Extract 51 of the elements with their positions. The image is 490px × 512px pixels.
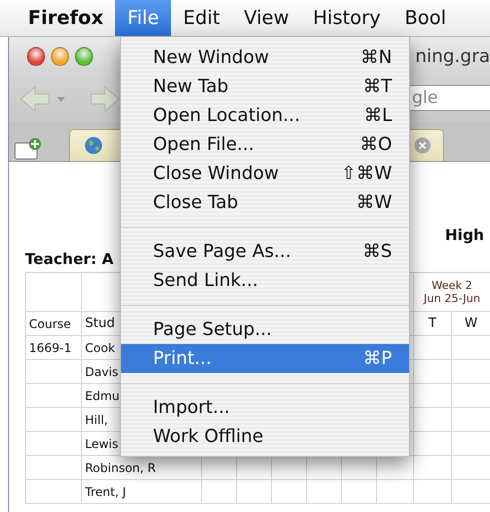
menu-bar-item[interactable]: View: [232, 0, 302, 36]
column-header: Course: [29, 316, 71, 330]
menu-item[interactable]: Print... ⌘P: [121, 344, 409, 373]
zoom-button[interactable]: [75, 46, 94, 66]
menu-item[interactable]: Save Page As... ⌘S: [121, 237, 409, 266]
table-cell: [307, 480, 342, 504]
teacher-label: Teacher: A: [25, 250, 114, 268]
report-heading: High: [445, 226, 484, 244]
table-cell: [377, 480, 414, 504]
table-cell: [414, 432, 452, 456]
menu-bar-item[interactable]: History: [301, 0, 393, 36]
course-number: 1669-1: [29, 340, 72, 354]
menu-bar-item[interactable]: Firefox: [16, 0, 116, 36]
week-dates: Jun 25-Jun: [424, 292, 480, 305]
menu-bar-item[interactable]: Edit: [171, 0, 232, 36]
close-tab-icon[interactable]: [414, 137, 431, 154]
student-name: Edmu: [85, 388, 120, 402]
student-name: Lewis: [85, 436, 118, 450]
table-cell: [414, 480, 452, 504]
column-header: W: [464, 316, 478, 331]
menu-item[interactable]: Page Setup...: [121, 315, 409, 344]
week-label: Week 2: [432, 279, 472, 292]
student-name: Davis: [85, 364, 118, 378]
table-cell: [237, 480, 272, 504]
table-cell: [414, 360, 452, 384]
table-cell: [414, 384, 452, 408]
new-tab-icon[interactable]: [13, 137, 43, 161]
student-name: Robinson, R: [85, 460, 156, 474]
minimize-button[interactable]: [51, 46, 70, 66]
menu-item[interactable]: Import...: [121, 393, 409, 422]
table-cell: [414, 408, 452, 432]
student-name: Trent, J: [85, 484, 126, 498]
menu-item[interactable]: Close Tab ⌘W: [121, 188, 409, 217]
menu-item[interactable]: New Window ⌘N: [121, 43, 409, 72]
column-header: Stud: [85, 316, 115, 331]
menu-bar-item[interactable]: File: [115, 0, 172, 36]
menu-item[interactable]: Work Offline: [121, 422, 409, 451]
globe-icon: [84, 136, 103, 155]
student-name: Hill,: [85, 412, 108, 426]
menu-item[interactable]: Close Window ⇧⌘W: [121, 159, 409, 188]
close-button[interactable]: [27, 46, 46, 66]
menu-bar-item[interactable]: Bool: [392, 0, 458, 36]
window-title: ning.gra: [415, 46, 490, 66]
menu-item[interactable]: New Tab ⌘T: [121, 72, 409, 101]
table-cell: [272, 480, 307, 504]
menu-item[interactable]: Open Location... ⌘L: [121, 101, 409, 130]
menu-item[interactable]: Send Link...: [121, 266, 409, 295]
table-cell: [342, 480, 377, 504]
column-header: T: [428, 316, 436, 331]
table-cell: [414, 456, 452, 480]
student-name: Cook: [85, 340, 116, 354]
